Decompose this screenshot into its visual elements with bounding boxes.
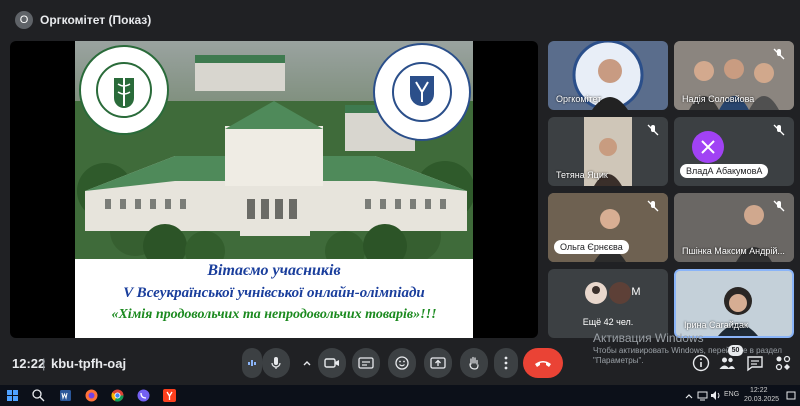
shield-emblem-icon xyxy=(392,62,452,122)
hand-icon xyxy=(469,356,479,370)
chrome-icon[interactable] xyxy=(110,388,125,403)
end-call-button[interactable] xyxy=(523,348,563,378)
hang-up-icon xyxy=(535,361,551,367)
microphone-button[interactable] xyxy=(262,348,290,378)
present-icon xyxy=(430,357,446,369)
participant-count-badge: 50 xyxy=(728,345,743,356)
meeting-time: 12:22 xyxy=(12,356,46,371)
viber-icon[interactable] xyxy=(136,388,151,403)
university-seal-left xyxy=(79,45,169,135)
participant-name: Оргкомітет xyxy=(556,94,602,104)
network-icon[interactable] xyxy=(697,390,708,401)
presenter-avatar: О xyxy=(15,11,33,29)
participant-name: ВладА АбакумовА xyxy=(680,164,769,178)
mic-off-icon xyxy=(773,48,785,60)
university-photo xyxy=(75,41,473,259)
word-icon[interactable] xyxy=(58,388,73,403)
notifications-icon[interactable] xyxy=(786,391,796,401)
participant-tile[interactable]: Тетяна Яцик xyxy=(548,117,668,186)
greeting-line-2: V Всеукраїнської учнівської онлайн-олімп… xyxy=(123,285,425,301)
more-options-button[interactable] xyxy=(494,348,518,378)
separator: | xyxy=(42,356,46,371)
participant-tile[interactable]: Оргкомітет xyxy=(548,41,668,110)
greeting-line-3: «Хімія продовольчих та непродовольчих то… xyxy=(111,307,437,322)
university-seal-right xyxy=(373,43,471,141)
people-icon[interactable] xyxy=(718,354,736,372)
participant-name: Надія Соловйова xyxy=(682,94,755,104)
meeting-info-icon[interactable] xyxy=(692,354,710,372)
mic-off-icon xyxy=(647,124,659,136)
microphone-icon xyxy=(271,357,281,369)
greeting-line-1: Вітаємо учасників xyxy=(207,262,341,279)
language-indicator[interactable]: ENG xyxy=(724,391,739,398)
slide-greeting: Вітаємо учасників V Всеукраїнської учнів… xyxy=(75,259,473,338)
clock-date[interactable]: 20.03.2025 xyxy=(744,396,779,403)
participant-name: Ольга Єрнєєва xyxy=(554,240,629,254)
emoji-button[interactable] xyxy=(388,348,416,378)
participant-name: Пшінка Максим Андрій... xyxy=(682,246,785,256)
volume-icon[interactable] xyxy=(710,390,721,401)
participant-tile[interactable]: ВладА АбакумовА xyxy=(674,117,794,186)
camera-button[interactable] xyxy=(318,348,346,378)
captions-icon xyxy=(358,357,374,369)
more-vert-icon xyxy=(504,356,508,370)
presentation-stage[interactable]: Вітаємо учасників V Всеукраїнської учнів… xyxy=(10,41,538,338)
raise-hand-button[interactable] xyxy=(460,348,488,378)
yandex-icon[interactable] xyxy=(162,388,177,403)
participant-tile[interactable]: Ольга Єрнєєва xyxy=(548,193,668,262)
avatar-letter: M xyxy=(631,286,641,298)
participant-tile[interactable]: Надія Соловйова xyxy=(674,41,794,110)
chat-icon[interactable] xyxy=(746,354,764,372)
audio-level-indicator xyxy=(242,348,262,378)
camera-options-button[interactable] xyxy=(297,348,317,378)
audio-bars-icon xyxy=(248,360,256,366)
top-bar: О Оргкомітет (Показ) xyxy=(0,0,800,40)
present-screen-button[interactable] xyxy=(424,348,452,378)
firefox-icon[interactable] xyxy=(84,388,99,403)
participant-avatar-stack xyxy=(585,282,631,304)
clock-time[interactable]: 12:22 xyxy=(750,387,768,394)
camera-icon xyxy=(324,358,339,368)
search-icon[interactable] xyxy=(31,388,46,403)
participant-name: Ірина Сагайдак xyxy=(684,320,748,330)
activities-icon[interactable] xyxy=(774,354,792,372)
windows-activation-title: Активация Windows xyxy=(593,331,704,345)
caduceus-icon xyxy=(96,62,152,118)
meeting-code: kbu-tpfh-oaj xyxy=(51,356,127,371)
mic-off-icon xyxy=(647,200,659,212)
participant-name: Тетяна Яцик xyxy=(556,170,608,180)
emoji-icon xyxy=(395,356,409,370)
presentation-slide: Вітаємо учасників V Всеукраїнської учнів… xyxy=(75,41,473,338)
captions-button[interactable] xyxy=(352,348,380,378)
more-participants-label: Ещё 42 чел. xyxy=(582,317,634,327)
participant-tile[interactable]: Пшінка Максим Андрій... xyxy=(674,193,794,262)
windows-start-icon[interactable] xyxy=(5,388,20,403)
presenter-label: Оргкомітет (Показ) xyxy=(40,13,152,27)
mic-off-icon xyxy=(773,200,785,212)
more-participants-tile[interactable]: M Ещё 42 чел. xyxy=(548,269,668,338)
tray-chevron-icon[interactable] xyxy=(684,391,694,401)
mic-off-icon xyxy=(773,124,785,136)
self-view-tile[interactable]: Ірина Сагайдак xyxy=(674,269,794,338)
chevron-up-icon xyxy=(303,361,311,366)
